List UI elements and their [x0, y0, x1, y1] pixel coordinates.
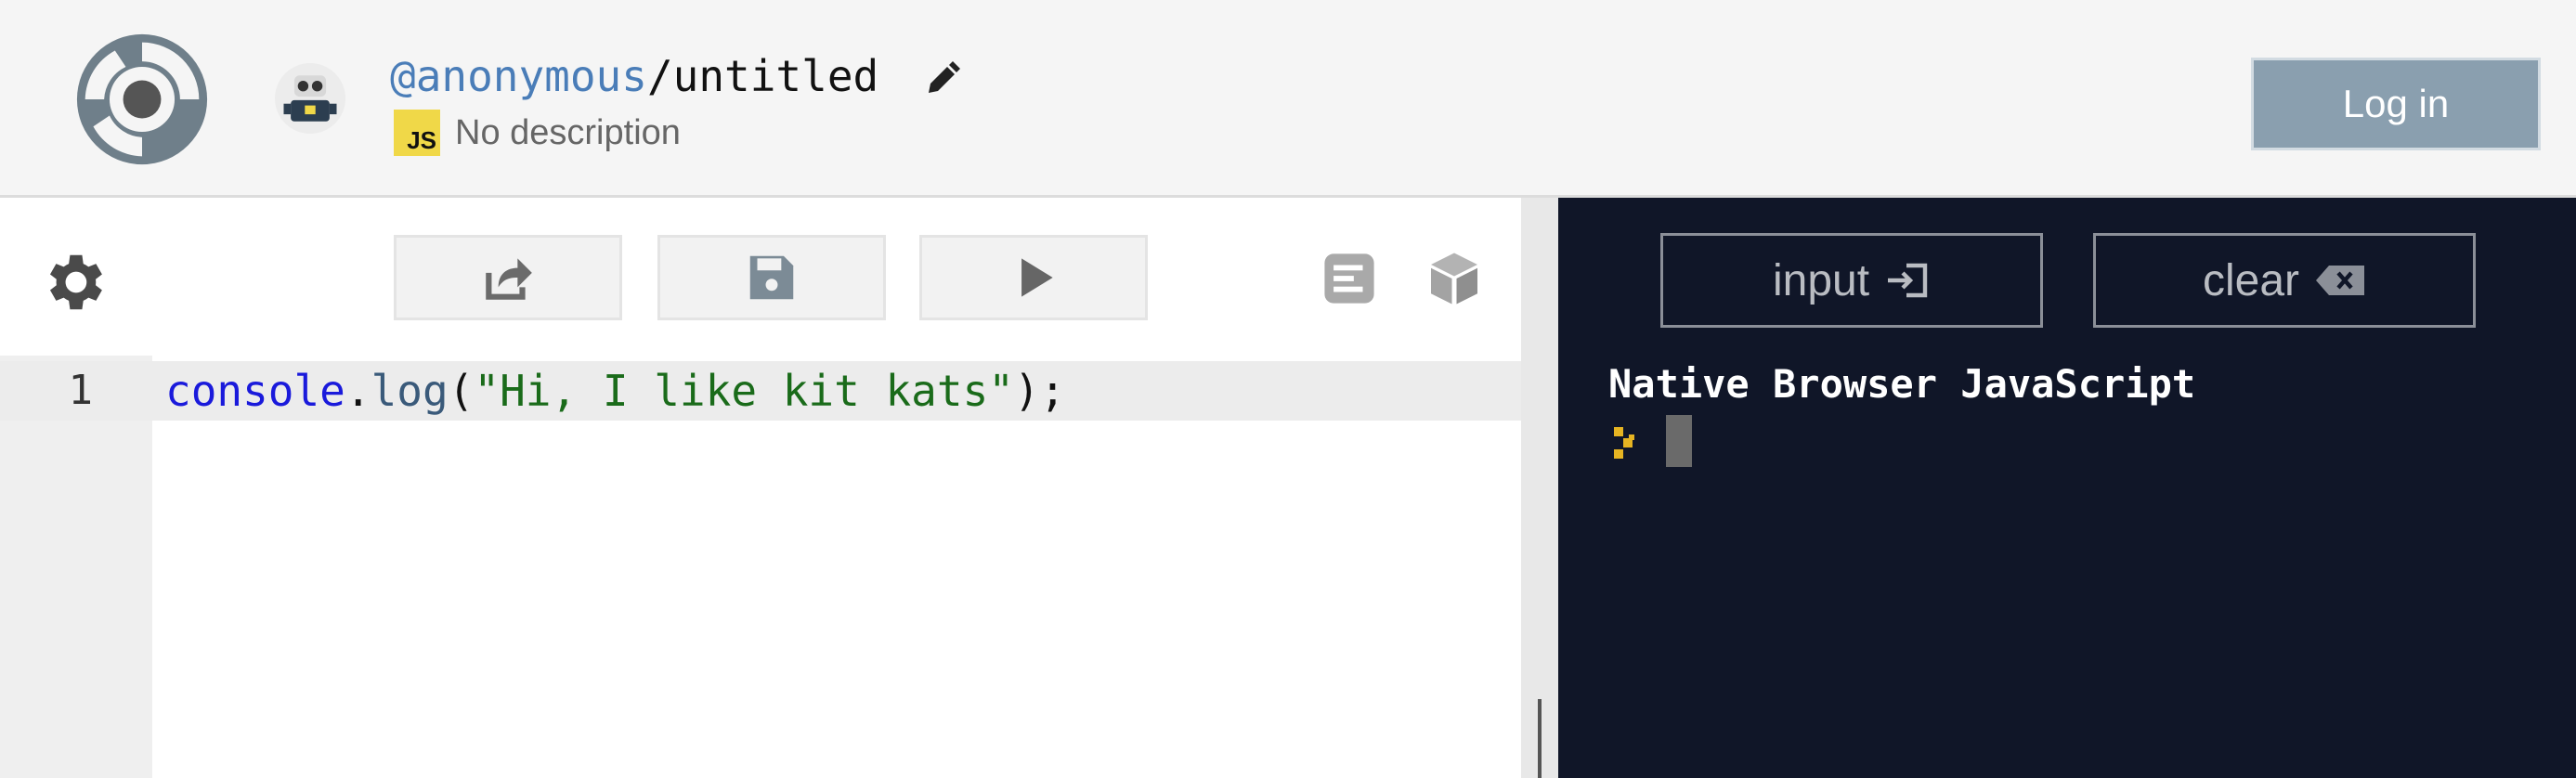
repl-title: @anonymous/untitled [390, 46, 960, 106]
editor-pane: 1 console.log("Hi, I like kit kats"); [0, 198, 1521, 778]
gear-icon[interactable] [37, 246, 110, 318]
code-token-close: ); [1013, 366, 1066, 416]
prompt-chevron-icon [1614, 427, 1634, 459]
divider-handle[interactable] [1538, 699, 1542, 778]
format-icon[interactable] [1322, 252, 1376, 305]
robot-avatar-icon[interactable] [275, 63, 345, 134]
backspace-icon [2316, 266, 2365, 295]
header: @anonymous/untitled JS No description Lo… [0, 0, 2576, 198]
code-token-object: console [165, 366, 345, 416]
run-icon [1021, 258, 1053, 297]
code-token-string: "Hi, I like kit kats" [474, 366, 1014, 416]
package-icon[interactable] [1426, 250, 1482, 307]
share-icon [486, 258, 532, 300]
pencil-icon[interactable] [923, 60, 960, 98]
pane-divider[interactable] [1521, 198, 1558, 778]
js-language-badge: JS [394, 110, 440, 156]
repl-logo-icon[interactable] [74, 32, 210, 167]
repl-name[interactable]: untitled [673, 51, 879, 101]
run-button[interactable] [919, 235, 1148, 320]
login-button[interactable]: Log in [2251, 58, 2541, 150]
clear-button-label: clear [2202, 255, 2300, 305]
description-row: JS No description [394, 110, 681, 156]
clear-button[interactable]: clear [2093, 233, 2476, 328]
owner-link[interactable]: @anonymous [390, 51, 647, 101]
input-button-label: input [1772, 255, 1870, 305]
input-button[interactable]: input [1660, 233, 2043, 328]
code-line[interactable]: console.log("Hi, I like kit kats"); [165, 361, 1065, 421]
repl-description[interactable]: No description [455, 113, 681, 153]
code-token-method: log [371, 366, 449, 416]
input-arrow-icon [1888, 263, 1928, 298]
console-cursor[interactable] [1666, 415, 1692, 467]
save-icon [749, 255, 794, 300]
code-token-dot: . [345, 366, 371, 416]
share-button[interactable] [394, 235, 622, 320]
console-banner: Native Browser JavaScript [1608, 361, 2196, 407]
save-button[interactable] [657, 235, 886, 320]
line-number: 1 [68, 367, 94, 414]
code-token-open-paren: ( [448, 366, 475, 416]
title-separator: / [646, 51, 673, 101]
console-pane: input clear Native Browser JavaScript [1558, 198, 2576, 778]
